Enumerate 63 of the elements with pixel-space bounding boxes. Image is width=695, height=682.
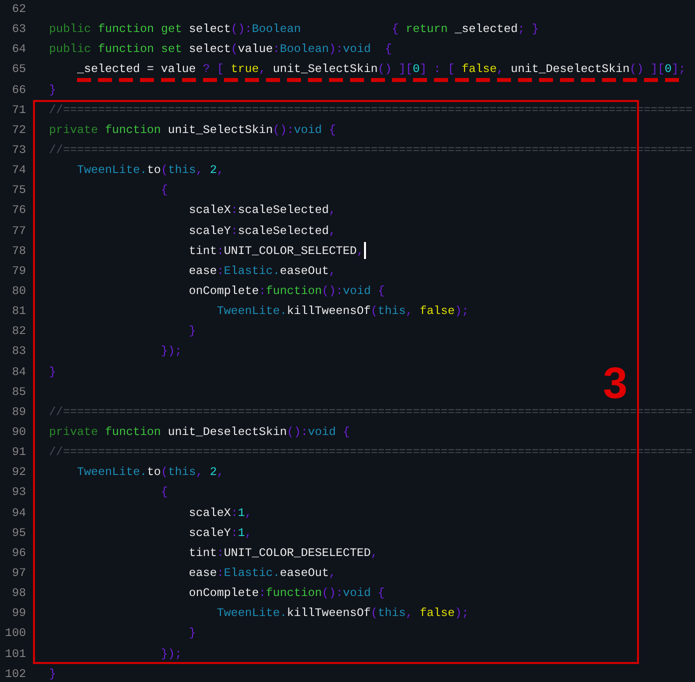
line-number: 74 — [11, 162, 26, 180]
code-line: }); — [160, 343, 182, 360]
line-number: 95 — [11, 524, 26, 542]
code-line: public function set select(value:Boolean):void { — [49, 41, 392, 58]
code-line: { — [160, 182, 168, 200]
line-number: 75 — [11, 182, 26, 200]
code-line: private function unit_SelectSkin():void { — [49, 122, 336, 139]
code-line: scaleX:1, — [188, 504, 252, 522]
line-number: 83 — [11, 343, 26, 360]
code-line: } — [49, 666, 56, 682]
line-number: 100 — [4, 625, 26, 642]
line-number: 93 — [11, 484, 26, 502]
line-number: 92 — [11, 464, 26, 482]
code-line: TweenLite.to(this, 2, — [76, 162, 224, 180]
code-line: ease:Elastic.easeOut, — [188, 262, 336, 280]
code-line: } — [188, 323, 196, 340]
code-line: onComplete:function():void { — [188, 585, 385, 602]
line-number: 90 — [11, 424, 26, 442]
code-line: scaleY:scaleSelected, — [188, 222, 336, 240]
code-line: TweenLite.to(this, 2, — [76, 464, 224, 482]
code-line: TweenLite.killTweensOf(this, false); — [216, 303, 469, 320]
code-line: private function unit_DeselectSkin():void { — [49, 424, 350, 442]
line-number: 71 — [11, 102, 26, 119]
line-number: 94 — [11, 504, 26, 522]
line-number: 77 — [11, 222, 26, 240]
line-number: 63 — [11, 21, 26, 38]
code-line: scaleX:scaleSelected, — [188, 202, 336, 220]
line-number: 97 — [11, 565, 26, 582]
line-number: 65 — [11, 61, 26, 78]
code-line: public function get select():Boolean { return _selected; } — [49, 21, 539, 38]
annotation-number: 3 — [603, 362, 628, 406]
line-number: 76 — [11, 202, 26, 220]
line-number: 64 — [11, 41, 26, 58]
code-line: ease:Elastic.easeOut, — [188, 565, 336, 582]
line-number: 80 — [11, 283, 26, 300]
line-number: 102 — [4, 666, 26, 682]
line-number: 84 — [11, 364, 26, 381]
line-number: 96 — [11, 544, 26, 562]
line-number: 85 — [11, 384, 26, 401]
line-number: 73 — [11, 142, 26, 160]
code-line: } — [49, 82, 56, 99]
code-line: }); — [160, 646, 182, 663]
line-number: 66 — [11, 82, 26, 99]
line-number: 101 — [4, 646, 26, 663]
line-number: 89 — [11, 404, 26, 421]
code-line: onComplete:function():void { — [188, 283, 385, 300]
code-line: TweenLite.killTweensOf(this, false); — [216, 605, 469, 622]
code-line: } — [188, 625, 196, 642]
line-number: 91 — [11, 444, 26, 462]
line-number: 62 — [11, 1, 26, 18]
line-number: 72 — [11, 122, 26, 139]
code-line: } — [49, 364, 56, 381]
code-line: tint:UNIT_COLOR_DESELECTED, — [188, 544, 378, 562]
line-number: 82 — [11, 323, 26, 340]
code-line: scaleY:1, — [188, 524, 252, 542]
code-line: tint:UNIT_COLOR_SELECTED, — [188, 242, 364, 260]
line-number: 98 — [11, 585, 26, 602]
code-line: { — [160, 484, 168, 502]
line-number: 99 — [11, 605, 26, 622]
code-line: _selected = value ? [ true, unit_SelectSkin() ][0] : [ false, unit_DeselectSkin() ][0]; — [76, 61, 686, 78]
line-number: 81 — [11, 303, 26, 320]
line-number: 78 — [11, 242, 26, 260]
line-number: 79 — [11, 262, 26, 280]
